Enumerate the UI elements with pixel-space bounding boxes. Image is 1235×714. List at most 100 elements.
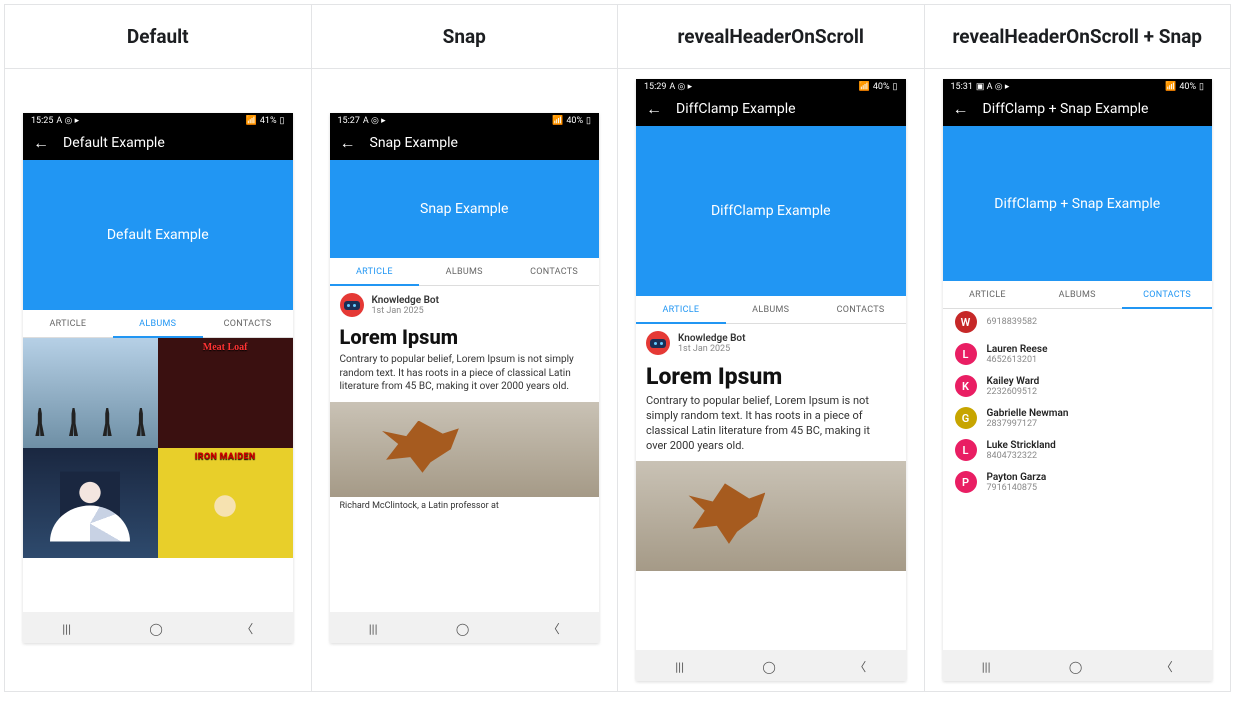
nav-recent-icon[interactable]: ||| [675, 660, 684, 674]
nav-home-icon[interactable]: ◯ [1069, 660, 1082, 674]
publish-date: 1st Jan 2025 [678, 344, 745, 354]
contacts-list[interactable]: W6918839582LLauren Reese4652613201KKaile… [943, 309, 1213, 650]
nav-home-icon[interactable]: ◯ [149, 622, 162, 636]
nav-back-icon[interactable]: 〈 [1161, 658, 1173, 675]
nav-home-icon[interactable]: ◯ [762, 660, 775, 674]
album-cover[interactable] [23, 448, 158, 558]
nav-home-icon[interactable]: ◯ [456, 622, 469, 636]
nav-recent-icon[interactable]: ||| [982, 660, 991, 674]
column-header-reveal-snap: revealHeaderOnScroll + Snap [924, 5, 1231, 69]
tab-albums[interactable]: ALBUMS [113, 310, 203, 337]
battery-icon: ▯ [893, 82, 898, 92]
collapsible-header: DiffClamp + Snap Example [943, 126, 1213, 281]
status-icons-left: A ◎ ▸ [669, 82, 692, 92]
status-battery: 40% [566, 116, 583, 126]
contact-avatar-icon: W [955, 311, 977, 333]
phone-reveal: 15:29 A ◎ ▸ 📶 40% ▯ ← DiffClamp Example [636, 79, 906, 681]
tab-bar: ARTICLE ALBUMS CONTACTS [23, 310, 293, 338]
contact-phone: 4652613201 [987, 355, 1048, 365]
header-title: Default Example [107, 227, 209, 243]
back-arrow-icon[interactable]: ← [953, 101, 969, 117]
contact-phone: 8404732322 [987, 451, 1056, 461]
comparison-table: Default Snap revealHeaderOnScroll reveal… [4, 4, 1231, 692]
contact-avatar-icon: K [955, 375, 977, 397]
tab-albums[interactable]: ALBUMS [1032, 281, 1122, 308]
contact-name: Payton Garza [987, 472, 1047, 483]
contact-avatar-icon: G [955, 407, 977, 429]
status-icons-left: A ◎ ▸ [363, 116, 386, 126]
battery-icon: ▯ [586, 116, 591, 126]
contact-phone: 2232609512 [987, 387, 1040, 397]
contact-row[interactable]: W6918839582 [943, 309, 1213, 338]
album-label: IRON MAIDEN [158, 452, 293, 462]
status-battery: 40% [873, 82, 890, 92]
back-arrow-icon[interactable]: ← [33, 135, 49, 151]
article-content[interactable]: Knowledge Bot 1st Jan 2025 Lorem Ipsum C… [636, 324, 906, 650]
contact-avatar-icon: P [955, 471, 977, 493]
author-name: Knowledge Bot [372, 295, 439, 306]
column-header-reveal: revealHeaderOnScroll [618, 5, 925, 69]
tab-contacts[interactable]: CONTACTS [509, 258, 599, 285]
nav-back-icon[interactable]: 〈 [241, 620, 253, 637]
status-icons-left: A ◎ ▸ [56, 116, 79, 126]
tab-contacts[interactable]: CONTACTS [1122, 281, 1212, 308]
tab-article[interactable]: ARTICLE [943, 281, 1033, 308]
contact-row[interactable]: PPayton Garza7916140875 [943, 466, 1213, 498]
album-label: Meat Loaf [158, 342, 293, 353]
back-arrow-icon[interactable]: ← [646, 101, 662, 117]
tab-article[interactable]: ARTICLE [636, 296, 726, 323]
article-content[interactable]: Knowledge Bot 1st Jan 2025 Lorem Ipsum C… [330, 286, 600, 612]
author-name: Knowledge Bot [678, 333, 745, 344]
nav-recent-icon[interactable]: ||| [369, 622, 378, 636]
collapsible-header: Snap Example [330, 160, 600, 258]
album-cover[interactable] [23, 338, 158, 448]
author-row: Knowledge Bot 1st Jan 2025 [330, 286, 600, 321]
contact-name: Kailey Ward [987, 376, 1040, 387]
article-body: Contrary to popular belief, Lorem Ipsum … [636, 392, 906, 459]
back-arrow-icon[interactable]: ← [340, 135, 356, 151]
battery-icon: ▯ [280, 116, 285, 126]
header-title: DiffClamp Example [711, 203, 831, 219]
wifi-icon: 📶 [859, 82, 870, 92]
tab-contacts[interactable]: CONTACTS [816, 296, 906, 323]
contact-row[interactable]: K Kailey Ward2232609512 [943, 370, 1213, 402]
contact-row[interactable]: GGabrielle Newman2837997127 [943, 402, 1213, 434]
contact-name: Lauren Reese [987, 344, 1048, 355]
article-caption: Richard McClintock, a Latin professor at [330, 497, 600, 511]
app-bar-title: DiffClamp + Snap Example [983, 101, 1149, 117]
tab-contacts[interactable]: CONTACTS [203, 310, 293, 337]
wifi-icon: 📶 [1165, 82, 1176, 92]
article-body: Contrary to popular belief, Lorem Ipsum … [330, 351, 600, 400]
contact-avatar-icon: L [955, 439, 977, 461]
tab-article[interactable]: ARTICLE [330, 258, 420, 285]
tab-albums[interactable]: ALBUMS [419, 258, 509, 285]
status-bar: 15:25 A ◎ ▸ 📶 41% ▯ [23, 113, 293, 128]
system-nav-bar: ||| ◯ 〈 [636, 650, 906, 681]
status-bar: 15:27 A ◎ ▸ 📶 40% ▯ [330, 113, 600, 128]
article-image [330, 402, 600, 497]
article-title: Lorem Ipsum [636, 359, 906, 392]
system-nav-bar: ||| ◯ 〈 [23, 612, 293, 643]
header-title: DiffClamp + Snap Example [994, 196, 1160, 212]
article-title: Lorem Ipsum [330, 321, 600, 351]
contact-row[interactable]: LLauren Reese4652613201 [943, 338, 1213, 370]
publish-date: 1st Jan 2025 [372, 306, 439, 316]
status-time: 15:31 [951, 82, 973, 92]
phone-reveal-snap: 15:31 ▣ A ◎ ▸ 📶 40% ▯ ← DiffClamp + Snap… [943, 79, 1213, 681]
tab-albums[interactable]: ALBUMS [726, 296, 816, 323]
cell-reveal: 15:29 A ◎ ▸ 📶 40% ▯ ← DiffClamp Example [618, 69, 925, 692]
contact-row[interactable]: LLuke Strickland8404732322 [943, 434, 1213, 466]
app-bar: ← DiffClamp + Snap Example [943, 94, 1213, 126]
nav-back-icon[interactable]: 〈 [854, 658, 866, 675]
nav-back-icon[interactable]: 〈 [548, 620, 560, 637]
album-cover[interactable]: Meat Loaf [158, 338, 293, 448]
column-header-snap: Snap [311, 5, 618, 69]
status-time: 15:25 [31, 116, 53, 126]
albums-grid[interactable]: Meat Loaf IRON MAIDEN [23, 338, 293, 612]
nav-recent-icon[interactable]: ||| [62, 622, 71, 636]
contact-name: Gabrielle Newman [987, 408, 1069, 419]
album-cover[interactable]: IRON MAIDEN [158, 448, 293, 558]
tab-article[interactable]: ARTICLE [23, 310, 113, 337]
status-bar: 15:31 ▣ A ◎ ▸ 📶 40% ▯ [943, 79, 1213, 94]
system-nav-bar: ||| ◯ 〈 [330, 612, 600, 643]
